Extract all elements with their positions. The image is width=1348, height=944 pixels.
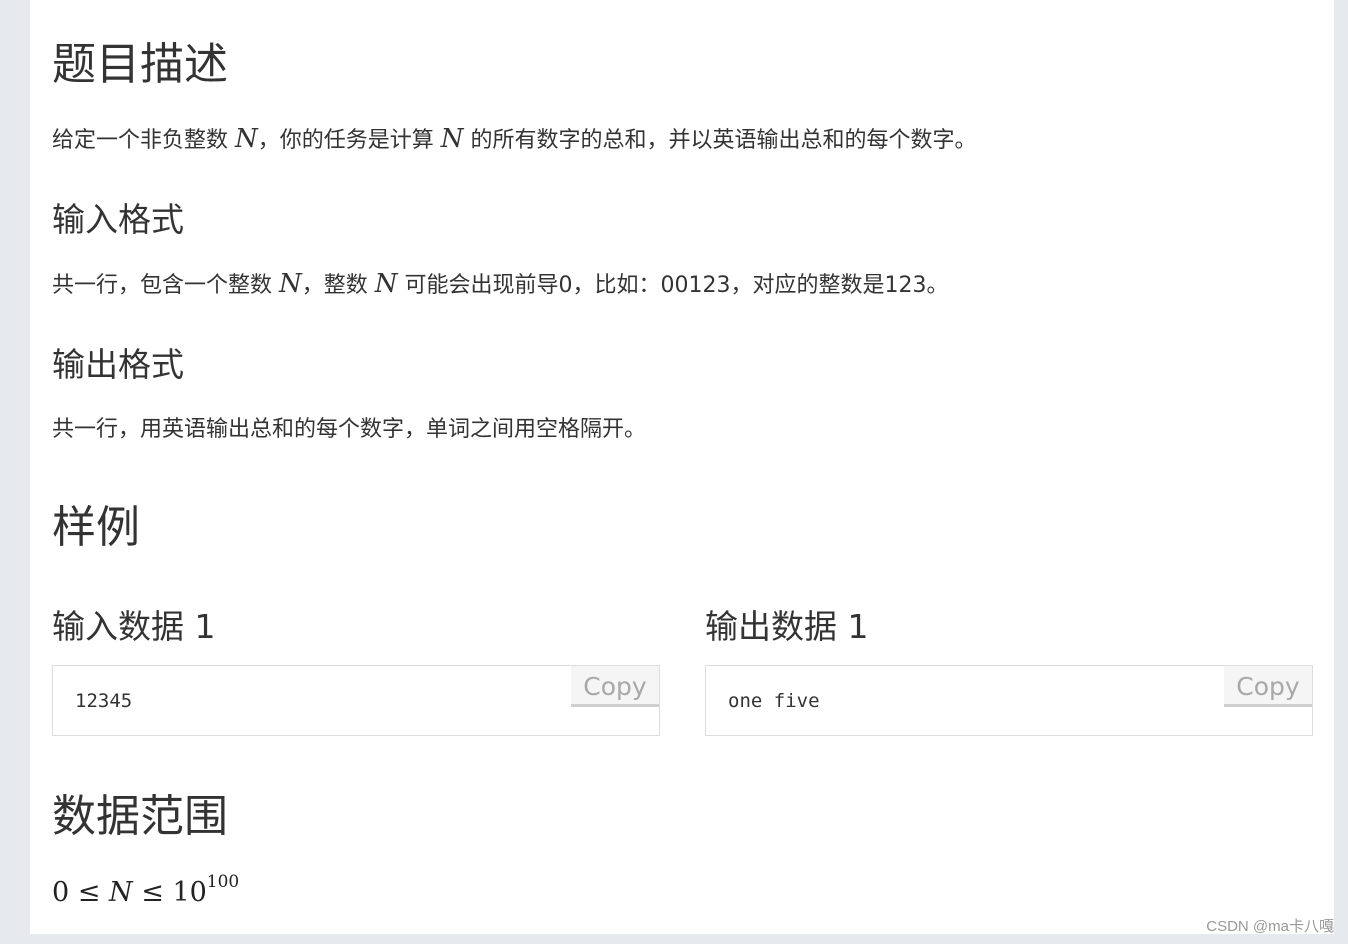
problem-card: 题目描述 给定一个非负整数 N，你的任务是计算 N 的所有数字的总和，并以英语输…: [30, 0, 1334, 934]
sample-input-box: 12345 Copy: [52, 665, 660, 736]
math-var-n: N: [235, 124, 258, 154]
copy-input-button[interactable]: Copy: [571, 666, 659, 707]
samples-heading: 样例: [52, 502, 140, 553]
input-format-heading: 输入格式: [52, 200, 184, 239]
watermark-text: CSDN @ma卡八嘎: [1206, 918, 1334, 935]
sample-output-box: one five Copy: [705, 665, 1313, 736]
math-var-n: N: [279, 269, 302, 299]
description-text: 给定一个非负整数 N，你的任务是计算 N 的所有数字的总和，并以英语输出总和的每…: [52, 124, 977, 154]
sample-input-content: 12345: [75, 690, 133, 712]
sample-output-block: 输出数据 1 one five Copy: [705, 607, 1313, 736]
math-var-n: N: [440, 124, 464, 154]
range-heading: 数据范围: [52, 791, 228, 842]
sample-input-block: 输入数据 1 12345 Copy: [52, 607, 660, 736]
sample-output-title: 输出数据 1: [705, 607, 869, 646]
copy-output-button[interactable]: Copy: [1224, 666, 1312, 707]
output-format-heading: 输出格式: [52, 345, 184, 384]
math-var-n: N: [109, 877, 133, 908]
output-format-text: 共一行，用英语输出总和的每个数字，单词之间用空格隔开。: [52, 417, 647, 442]
sample-output-content: one five: [728, 690, 820, 712]
range-formula: 0 ≤ N ≤ 10100: [52, 872, 240, 908]
sample-input-title: 输入数据 1: [52, 607, 216, 646]
description-heading: 题目描述: [52, 39, 228, 90]
math-var-n: N: [374, 269, 398, 299]
input-format-text: 共一行，包含一个整数 N，整数 N 可能会出现前导0，比如：00123，对应的整…: [52, 269, 949, 299]
